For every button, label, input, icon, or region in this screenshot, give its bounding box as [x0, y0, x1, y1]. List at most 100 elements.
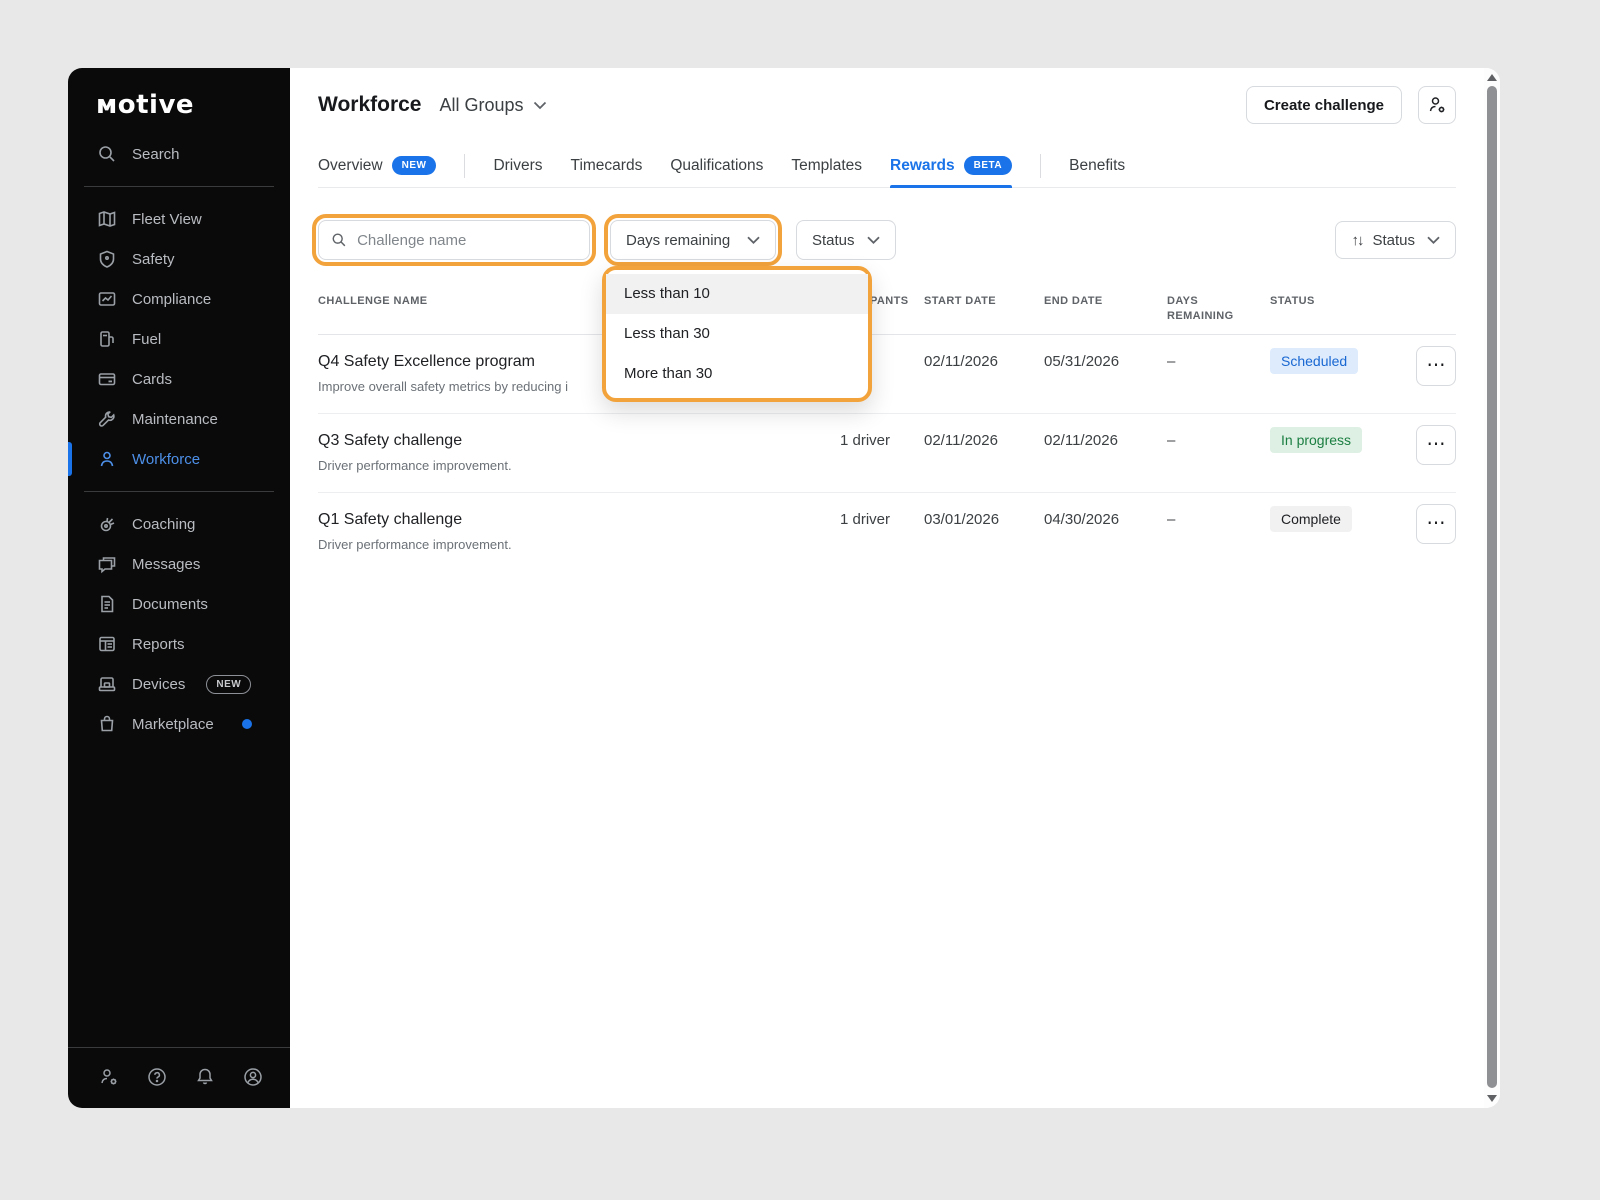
challenge-name-input[interactable]	[357, 232, 577, 249]
days-remaining-label: Days remaining	[626, 232, 730, 249]
report-icon	[97, 634, 117, 654]
row-actions-button[interactable]: ⋯	[1416, 504, 1456, 544]
sidebar-item-label: Workforce	[132, 451, 200, 468]
row-actions-button[interactable]: ⋯	[1416, 425, 1456, 465]
tab-divider	[1040, 154, 1041, 178]
sort-label: Status	[1372, 232, 1415, 249]
notifications-button[interactable]	[194, 1066, 216, 1088]
shopping-bag-icon	[97, 714, 117, 734]
sidebar-search[interactable]: Search	[68, 134, 290, 174]
sidebar-item-safety[interactable]: Safety	[68, 239, 290, 279]
shield-icon	[97, 249, 117, 269]
sidebar-item-cards[interactable]: Cards	[68, 359, 290, 399]
tab-divider	[464, 154, 465, 178]
wrench-icon	[97, 409, 117, 429]
search-icon	[331, 231, 347, 249]
account-button[interactable]	[242, 1066, 264, 1088]
admin-settings-button[interactable]	[98, 1066, 120, 1088]
sidebar-item-devices[interactable]: Devices NEW	[68, 664, 290, 704]
participants-value: 1 driver	[824, 430, 924, 452]
search-icon	[97, 144, 117, 164]
sidebar-item-label: Messages	[132, 556, 200, 573]
tab-overview[interactable]: Overview NEW	[318, 144, 436, 187]
help-icon	[146, 1066, 168, 1088]
user-settings-button[interactable]	[1418, 86, 1456, 124]
highlight-ring-search	[312, 214, 596, 266]
tab-drivers[interactable]: Drivers	[493, 144, 542, 187]
user-gear-icon	[1426, 94, 1448, 116]
end-date-value: 02/11/2026	[1044, 430, 1167, 452]
start-date-value: 02/11/2026	[924, 351, 1044, 373]
app-window: ᴍotive Search Fleet View Safety Complian…	[68, 68, 1500, 1108]
sidebar-item-label: Fleet View	[132, 211, 202, 228]
group-selector-label: All Groups	[439, 95, 523, 116]
scrollbar-thumb[interactable]	[1487, 86, 1497, 1088]
sidebar-item-marketplace[interactable]: Marketplace	[68, 704, 290, 744]
tab-timecards[interactable]: Timecards	[571, 144, 643, 187]
tab-label: Overview	[318, 157, 383, 175]
new-badge: NEW	[392, 156, 437, 175]
tab-label: Drivers	[493, 157, 542, 175]
scrollbar[interactable]	[1484, 68, 1500, 1108]
end-date-value: 05/31/2026	[1044, 351, 1167, 373]
sidebar-item-label: Devices	[132, 676, 185, 693]
tab-label: Rewards	[890, 157, 955, 175]
menu-item-less-than-30[interactable]: Less than 30	[606, 314, 868, 354]
scroll-down-arrow[interactable]	[1487, 1095, 1497, 1102]
sidebar-item-label: Coaching	[132, 516, 195, 533]
start-date-value: 02/11/2026	[924, 430, 1044, 452]
sidebar-item-label: Documents	[132, 596, 208, 613]
table-row[interactable]: Q1 Safety challenge Driver performance i…	[318, 493, 1456, 571]
sort-icon: ↑↓	[1351, 232, 1362, 249]
tab-label: Qualifications	[670, 157, 763, 175]
tab-benefits[interactable]: Benefits	[1069, 144, 1125, 187]
sidebar-item-workforce[interactable]: Workforce	[68, 439, 290, 479]
tab-label: Templates	[791, 157, 862, 175]
chevron-down-icon	[533, 101, 547, 110]
notification-dot	[242, 719, 252, 729]
sidebar-item-label: Maintenance	[132, 411, 218, 428]
menu-item-more-than-30[interactable]: More than 30	[606, 354, 868, 394]
sidebar-item-maintenance[interactable]: Maintenance	[68, 399, 290, 439]
tab-templates[interactable]: Templates	[791, 144, 862, 187]
group-selector[interactable]: All Groups	[439, 95, 546, 116]
page-title: Workforce	[318, 93, 421, 117]
sidebar-item-fuel[interactable]: Fuel	[68, 319, 290, 359]
row-actions-button[interactable]: ⋯	[1416, 346, 1456, 386]
tabs: Overview NEW Drivers Timecards Qualifica…	[318, 144, 1456, 188]
col-start-date: Start date	[924, 294, 1044, 309]
sidebar-item-compliance[interactable]: Compliance	[68, 279, 290, 319]
device-icon	[97, 674, 117, 694]
tab-rewards[interactable]: Rewards BETA	[890, 144, 1012, 187]
table-row[interactable]: Q3 Safety challenge Driver performance i…	[318, 414, 1456, 493]
map-icon	[97, 209, 117, 229]
sort-button[interactable]: ↑↓ Status	[1335, 221, 1456, 259]
status-filter[interactable]: Status	[796, 220, 896, 260]
status-filter-label: Status	[812, 232, 855, 249]
sidebar-item-reports[interactable]: Reports	[68, 624, 290, 664]
challenge-description: Driver performance improvement.	[318, 457, 824, 474]
chevron-down-icon	[867, 236, 880, 244]
scroll-up-arrow[interactable]	[1487, 74, 1497, 81]
user-avatar-icon	[242, 1066, 264, 1088]
challenge-search-field	[318, 220, 590, 260]
sidebar-item-coaching[interactable]: Coaching	[68, 504, 290, 544]
sidebar-item-documents[interactable]: Documents	[68, 584, 290, 624]
create-challenge-button[interactable]: Create challenge	[1246, 86, 1402, 124]
highlight-ring-days-remaining: Days remaining Less than 10 Less than 30…	[604, 214, 782, 266]
table-row[interactable]: Q4 Safety Excellence program Improve ove…	[318, 335, 1456, 414]
status-badge: Scheduled	[1270, 348, 1358, 374]
more-options-icon: ⋯	[1427, 514, 1446, 533]
sidebar: ᴍotive Search Fleet View Safety Complian…	[68, 68, 290, 1108]
days-remaining-filter[interactable]: Days remaining	[610, 220, 776, 260]
participants-value: 1 driver	[824, 509, 924, 531]
help-button[interactable]	[146, 1066, 168, 1088]
sidebar-item-fleet-view[interactable]: Fleet View	[68, 199, 290, 239]
tab-label: Timecards	[571, 157, 643, 175]
tab-qualifications[interactable]: Qualifications	[670, 144, 763, 187]
beta-badge: BETA	[964, 156, 1012, 175]
menu-item-less-than-10[interactable]: Less than 10	[606, 274, 868, 314]
compliance-chart-icon	[97, 289, 117, 309]
sidebar-item-messages[interactable]: Messages	[68, 544, 290, 584]
motive-logo: ᴍotive	[68, 68, 290, 134]
